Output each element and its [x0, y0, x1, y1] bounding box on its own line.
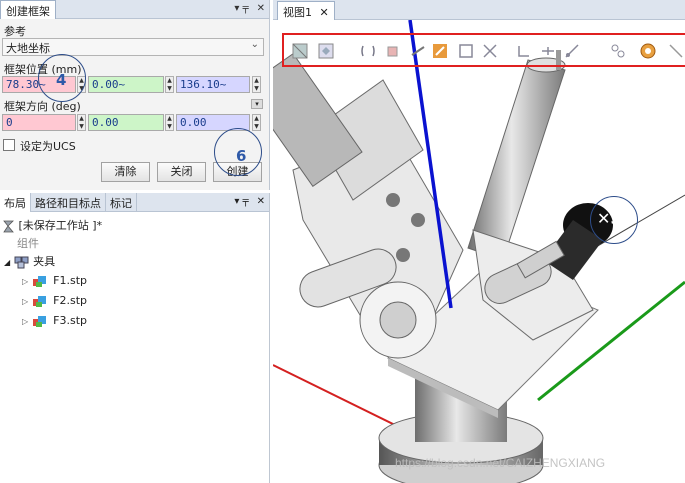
station-label: [未保存工作站 ]*	[18, 219, 103, 232]
3d-viewport[interactable]: ✕5 https://blog.csdn.net/CAIZHENGXIANG	[273, 20, 685, 483]
viewport-panel: 视图1 ✕ ✕5 https://blog.csdn.net/CAIZHENGX…	[273, 0, 685, 483]
expand-triangle-icon[interactable]: ◢	[4, 258, 10, 267]
surface-select-icon[interactable]	[318, 43, 334, 59]
scene-graphics	[273, 20, 685, 483]
position-z-spinner[interactable]: ▲ ▼	[252, 76, 261, 93]
view-tabstrip: 视图1 ✕	[273, 0, 685, 20]
orientation-x-spinner[interactable]: ▲ ▼	[77, 114, 86, 131]
reference-value: 大地坐标	[6, 42, 50, 55]
snap-center-icon[interactable]	[384, 43, 400, 59]
tab-create-frame[interactable]: 创建框架	[0, 0, 56, 19]
view-tab-label: 视图1	[283, 6, 312, 19]
orientation-x-input[interactable]: 0	[2, 114, 76, 131]
expand-arrow-icon[interactable]: ▷	[22, 277, 28, 286]
tab-layout[interactable]: 布局	[0, 193, 31, 212]
annotation-number-5: ✕5	[597, 209, 622, 228]
expand-arrow-icon[interactable]: ▷	[22, 297, 28, 306]
watermark-text: https://blog.csdn.net/CAIZHENGXIANG	[395, 456, 606, 470]
part-label: F2.stp	[53, 294, 88, 307]
right-cylinder	[467, 59, 566, 261]
close-button[interactable]: 关闭	[157, 162, 206, 182]
snap-object-icon[interactable]	[360, 43, 376, 59]
part-node-1[interactable]: ▷ F1.stp	[22, 274, 87, 288]
chevron-down-icon: ⌄	[250, 39, 259, 50]
tab-paths-targets[interactable]: 路径和目标点	[31, 193, 106, 212]
part-icon	[32, 316, 46, 327]
snap-mid-icon[interactable]	[482, 43, 498, 59]
frame-create-icon[interactable]	[640, 43, 656, 59]
part-node-3[interactable]: ▷ F3.stp	[22, 314, 87, 328]
view-mode-icon[interactable]	[292, 43, 308, 59]
reference-select[interactable]: 大地坐标 ⌄	[2, 38, 264, 56]
measure-min-icon[interactable]	[610, 43, 626, 59]
snap-grid-icon[interactable]	[432, 43, 448, 59]
snap-end-icon[interactable]	[458, 43, 474, 59]
components-label: 组件	[17, 237, 39, 250]
close-icon[interactable]: ✕	[257, 196, 265, 207]
pin-icon[interactable]: ▾ ╤	[234, 196, 248, 207]
layout-panel: 布局 路径和目标点 标记 ▾ ╤ ✕ [未保存工作站 ]* 组件 ◢ 夹具 ▷ …	[0, 193, 270, 483]
layout-tabstrip: 布局 路径和目标点 标记 ▾ ╤ ✕	[0, 193, 269, 212]
orientation-y-spinner[interactable]: ▲ ▼	[165, 114, 174, 131]
tab-view1[interactable]: 视图1 ✕	[277, 1, 335, 20]
part-icon	[32, 276, 46, 287]
position-z-input[interactable]: 136.10~	[176, 76, 250, 93]
measure-point-icon[interactable]	[516, 43, 532, 59]
annotation-number-6: 6	[236, 147, 247, 165]
part-node-2[interactable]: ▷ F2.stp	[22, 294, 87, 308]
part-label: F1.stp	[53, 274, 88, 287]
cross-cursor-icon: ✕	[597, 209, 611, 228]
create-frame-panel: 创建框架 ▾ ╤ ✕ 参考 大地坐标 ⌄ 框架位置 (mm) 78.30~ ▲ ▼…	[0, 0, 270, 190]
annotation-number-4: 4	[56, 71, 67, 89]
station-icon	[3, 220, 14, 232]
reference-label: 参考	[4, 25, 26, 38]
assembly-icon	[14, 256, 29, 269]
station-node[interactable]: [未保存工作站 ]*	[3, 217, 102, 233]
create-frame-tabstrip: 创建框架 ▾ ╤ ✕	[0, 0, 269, 19]
pin-icon[interactable]: ▾ ╤	[234, 3, 248, 14]
orientation-y-input[interactable]: 0.00	[88, 114, 164, 131]
position-y-spinner[interactable]: ▲ ▼	[165, 76, 174, 93]
tab-tags[interactable]: 标记	[106, 193, 137, 212]
part-icon	[32, 296, 46, 307]
part-label: F3.stp	[53, 314, 88, 327]
set-as-ucs-label: 设定为UCS	[20, 140, 76, 153]
close-icon[interactable]: ✕	[257, 3, 265, 14]
snap-edge-icon[interactable]	[410, 43, 426, 59]
snap-toolbar-highlight	[282, 33, 685, 67]
position-y-input[interactable]: 0.00~	[88, 76, 164, 93]
fixture-node[interactable]: ◢ 夹具	[4, 253, 55, 269]
target-icon[interactable]	[668, 43, 684, 59]
orientation-z-spinner[interactable]: ▲ ▼	[252, 114, 261, 131]
measure-angle-icon[interactable]	[540, 43, 556, 59]
set-as-ucs-checkbox[interactable]	[3, 139, 15, 151]
measure-distance-icon[interactable]	[564, 43, 580, 59]
collapse-icon[interactable]: ▾	[251, 99, 263, 109]
close-icon[interactable]: ✕	[320, 6, 329, 19]
expand-arrow-icon[interactable]: ▷	[22, 317, 28, 326]
fixture-label: 夹具	[33, 255, 56, 268]
clear-button[interactable]: 清除	[101, 162, 150, 182]
